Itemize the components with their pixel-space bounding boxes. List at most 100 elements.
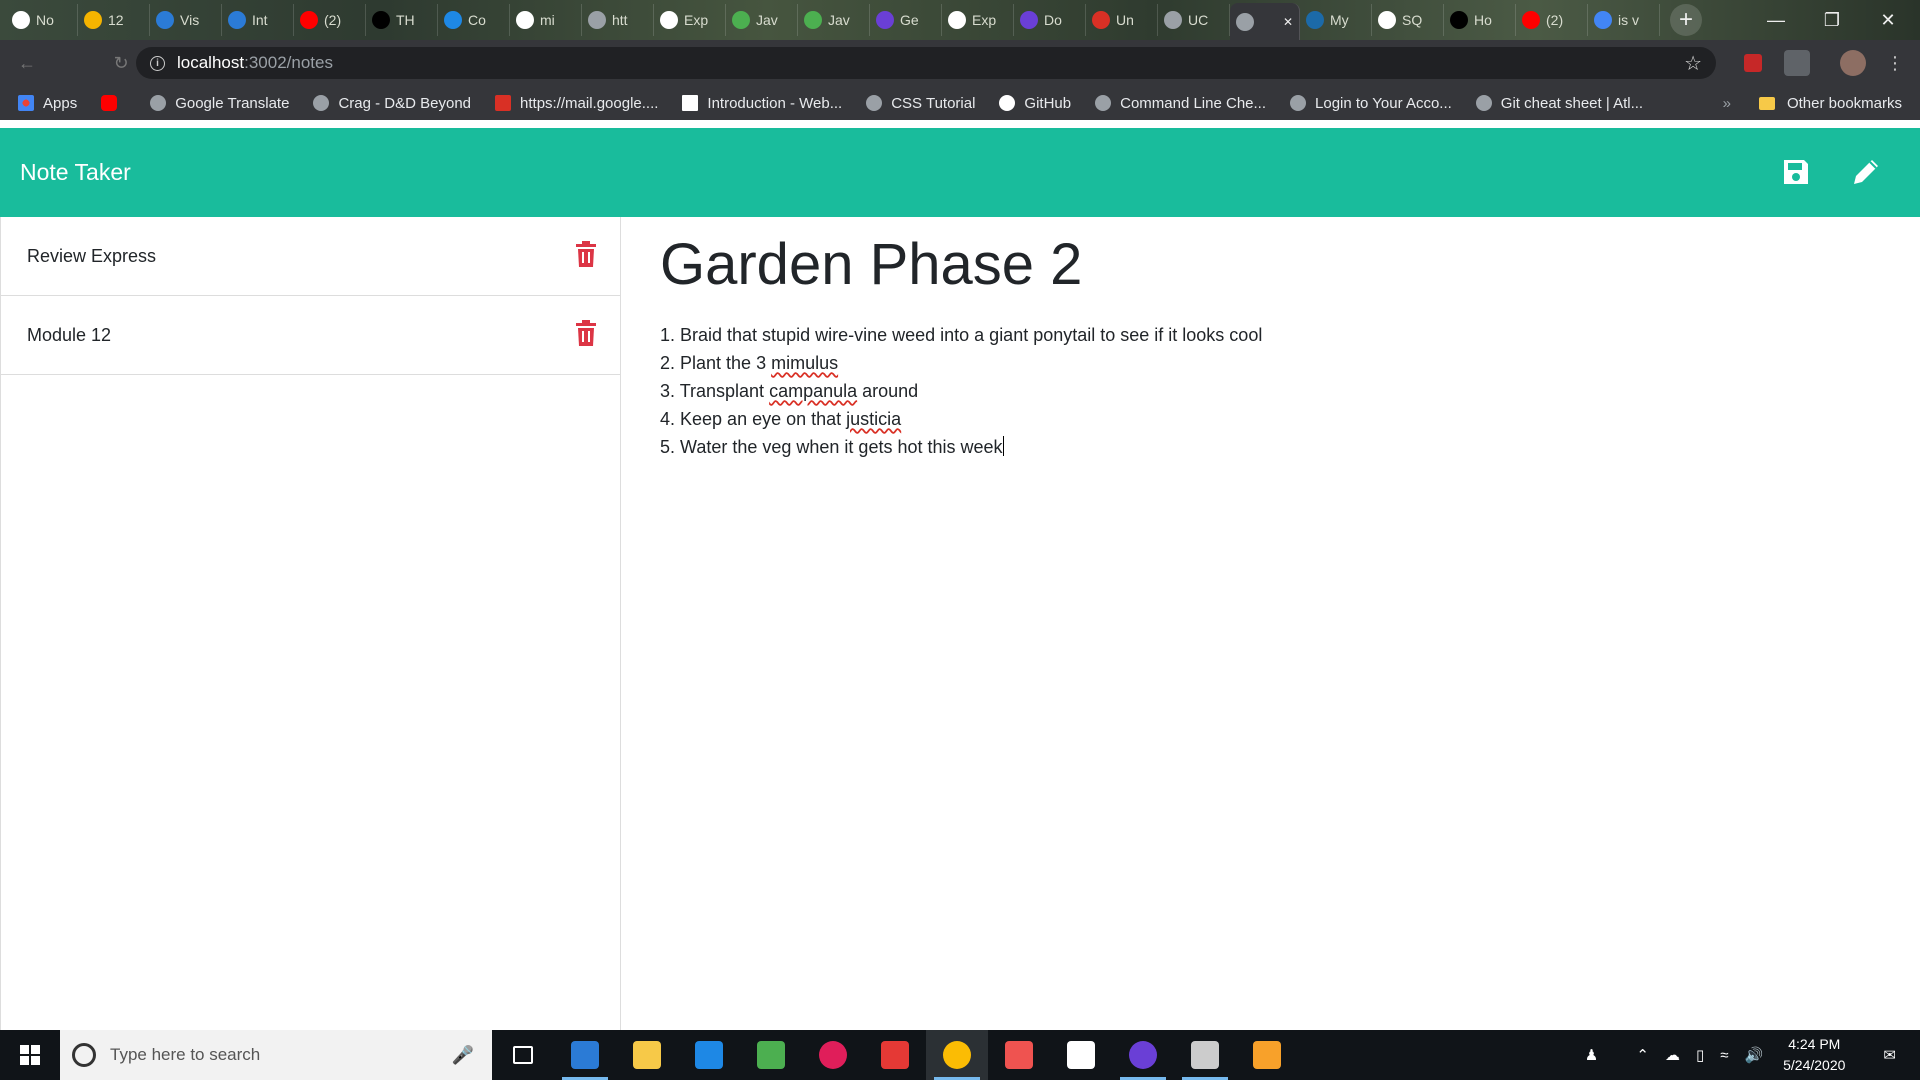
bookmark-item[interactable]: Apps (18, 95, 77, 112)
info-icon[interactable]: i (150, 55, 165, 71)
express-icon (948, 11, 966, 29)
browser-tab[interactable]: Co (438, 4, 510, 36)
taskbar-app-button[interactable] (1050, 1030, 1112, 1080)
list-item[interactable]: Module 12 (1, 296, 620, 375)
taskbar-app-button[interactable] (492, 1030, 554, 1080)
browser-tab[interactable]: (2) (1516, 4, 1588, 36)
bookmark-item[interactable] (101, 95, 126, 111)
browser-tab[interactable]: Ho (1444, 4, 1516, 36)
wifi-icon[interactable]: ≈ (1720, 1047, 1728, 1064)
clock[interactable]: 4:24 PM 5/24/2020 (1783, 1034, 1845, 1076)
taskbar-app-button[interactable] (616, 1030, 678, 1080)
notification-icon[interactable]: ✉ (1883, 1046, 1896, 1064)
bookmark-item[interactable]: https://mail.google.... (495, 95, 658, 112)
note-text-area[interactable]: 1. Braid that stupid wire-vine weed into… (660, 321, 1920, 461)
overflow-chevron-icon[interactable]: » (1723, 95, 1731, 112)
minimize-button[interactable]: — (1748, 0, 1804, 40)
bookmarks-bar: Apps Google Translate Crag - D&D Beyond htt… (0, 86, 1920, 120)
browser-tab[interactable]: Vis (150, 4, 222, 36)
browser-tab[interactable]: Int (222, 4, 294, 36)
browser-tab-strip: No 12 Vis Int (2) TH Co mi htt Exp Jav Jav Ge Exp Do Un… (0, 0, 1920, 41)
browser-tab[interactable]: UC (1158, 4, 1230, 36)
other-bookmarks[interactable]: » Other bookmarks (1723, 95, 1902, 112)
misspelled-word[interactable]: justicia (846, 409, 901, 429)
save-note-button[interactable] (1774, 150, 1818, 194)
url-input[interactable]: i localhost:3002/notes ☆ (136, 47, 1716, 79)
browser-tab[interactable]: TH (366, 4, 438, 36)
extension-icon[interactable] (1784, 50, 1810, 76)
browser-tab[interactable]: 12 (78, 4, 150, 36)
restore-button[interactable]: ❐ (1804, 0, 1860, 40)
browser-tab[interactable]: ✕ (1230, 3, 1300, 41)
bookmark-item[interactable]: Command Line Che... (1095, 95, 1266, 112)
app-title[interactable]: Note Taker (20, 159, 131, 186)
bookmark-label: Command Line Che... (1120, 94, 1267, 112)
new-tab-button[interactable]: + (1670, 4, 1702, 36)
browser-tab[interactable]: Do (1014, 4, 1086, 36)
taskbar-app-button[interactable] (1236, 1030, 1298, 1080)
bookmark-item[interactable]: GitHub (999, 95, 1071, 112)
microphone-icon[interactable]: 🎤 (452, 1045, 474, 1066)
close-window-button[interactable]: ✕ (1860, 0, 1916, 40)
vscode-icon (156, 11, 174, 29)
browser-tab[interactable]: is v (1588, 4, 1660, 36)
taskbar-app-button[interactable] (864, 1030, 926, 1080)
browser-tab[interactable]: htt (582, 4, 654, 36)
browser-tab[interactable]: Jav (726, 4, 798, 36)
windows-icon (20, 1045, 40, 1065)
back-icon[interactable]: ← (12, 48, 42, 78)
note-editor: Garden Phase 2 1. Braid that stupid wire… (622, 217, 1920, 1030)
start-button[interactable] (0, 1030, 60, 1080)
chevron-up-icon[interactable]: ⌃ (1636, 1046, 1649, 1064)
extension-icon[interactable] (1744, 54, 1762, 72)
browser-tab[interactable]: My (1300, 4, 1372, 36)
browser-tab[interactable]: mi (510, 4, 582, 36)
bookmark-star-icon[interactable]: ☆ (1684, 51, 1702, 76)
people-icon[interactable]: ♟ (1585, 1046, 1598, 1064)
bookmark-item[interactable]: Google Translate (150, 95, 289, 112)
taskbar-app-button[interactable] (1174, 1030, 1236, 1080)
taskbar-app-button[interactable] (926, 1030, 988, 1080)
tab-label: Jav (828, 12, 850, 28)
browser-tab[interactable]: SQ (1372, 4, 1444, 36)
tab-label: 12 (108, 12, 124, 28)
browser-tab[interactable]: Ge (870, 4, 942, 36)
bookmark-item[interactable]: Crag - D&D Beyond (313, 95, 471, 112)
battery-icon[interactable]: ▯ (1696, 1046, 1704, 1064)
onedrive-icon[interactable]: ☁ (1665, 1046, 1680, 1064)
delete-note-icon[interactable] (576, 241, 596, 267)
note-line: 4. Keep an eye on that justicia (660, 405, 1920, 433)
browser-tab[interactable]: (2) (294, 4, 366, 36)
browser-tab[interactable]: Un (1086, 4, 1158, 36)
globe-icon (588, 11, 606, 29)
system-tray: ♟ ⌃ ☁ ▯ ≈ 🔊 4:24 PM 5/24/2020 ✉ (1577, 1030, 1920, 1080)
misspelled-word[interactable]: campanula (769, 381, 857, 401)
delete-note-icon[interactable] (576, 320, 596, 346)
browser-menu-icon[interactable]: ⋮ (1880, 48, 1910, 78)
taskbar-search-input[interactable]: Type here to search 🎤 (60, 1030, 492, 1080)
new-note-button[interactable] (1844, 150, 1888, 194)
volume-icon[interactable]: 🔊 (1744, 1046, 1763, 1064)
note-line: 3. Transplant campanula around (660, 377, 1920, 405)
browser-tab[interactable]: Exp (942, 4, 1014, 36)
note-title-input[interactable]: Garden Phase 2 (660, 233, 1920, 297)
bookmark-item[interactable]: Introduction - Web... (682, 95, 842, 112)
bookmark-item[interactable]: Git cheat sheet | Atl... (1475, 95, 1643, 112)
close-tab-icon[interactable]: ✕ (1283, 15, 1293, 29)
list-item[interactable]: Review Express (1, 217, 620, 296)
taskbar-app-button[interactable] (988, 1030, 1050, 1080)
taskbar-app-button[interactable] (554, 1030, 616, 1080)
bookmark-item[interactable]: Login to Your Acco... (1290, 95, 1452, 112)
bookmark-item[interactable]: CSS Tutorial (866, 95, 975, 112)
taskbar-app-button[interactable] (802, 1030, 864, 1080)
github-icon (516, 11, 534, 29)
browser-tab[interactable]: No (6, 4, 78, 36)
browser-tab[interactable]: Jav (798, 4, 870, 36)
taskbar-app-button[interactable] (678, 1030, 740, 1080)
taskbar-app-button[interactable] (740, 1030, 802, 1080)
browser-tab[interactable]: Exp (654, 4, 726, 36)
taskbar-app-button[interactable] (1112, 1030, 1174, 1080)
reload-icon[interactable]: ↻ (106, 48, 136, 78)
misspelled-word[interactable]: mimulus (771, 353, 838, 373)
profile-avatar[interactable] (1840, 50, 1866, 76)
